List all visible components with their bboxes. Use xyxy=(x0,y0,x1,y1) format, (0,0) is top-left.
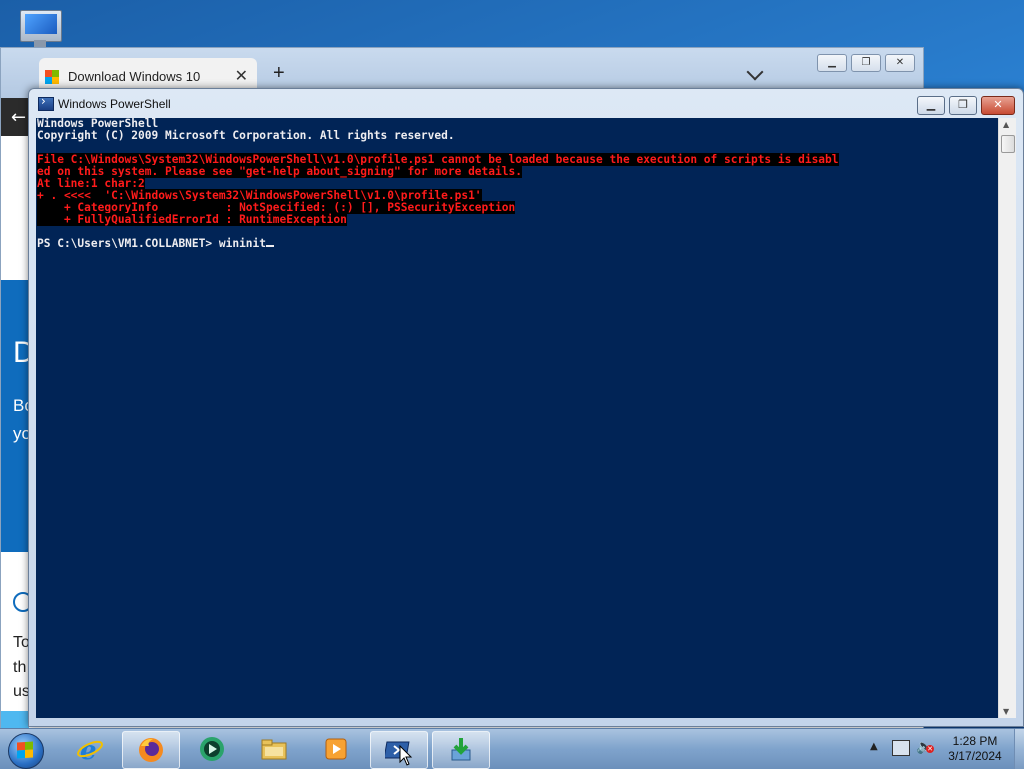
internet-explorer-icon: e xyxy=(77,736,103,763)
monitor-shape xyxy=(20,10,62,42)
maximize-button[interactable]: ❐ xyxy=(949,96,977,115)
taskbar-installer[interactable] xyxy=(432,731,490,769)
scrollbar-thumb[interactable] xyxy=(1001,135,1015,153)
tab-title: Download Windows 10 xyxy=(68,69,201,84)
console-area[interactable]: Windows PowerShell Copyright (C) 2009 Mic… xyxy=(36,118,998,718)
taskbar-media-player[interactable] xyxy=(308,731,364,767)
folder-icon xyxy=(261,739,287,760)
console-prompt-line[interactable]: PS C:\Users\VM1.COLLABNET> wininit xyxy=(37,238,839,250)
console-error-line: + FullyQualifiedErrorId : RuntimeExcepti… xyxy=(37,213,347,226)
page-hero-band xyxy=(1,280,29,552)
taskbar-firefox[interactable] xyxy=(122,731,180,769)
show-desktop-button[interactable] xyxy=(1014,729,1024,769)
firefox-icon xyxy=(139,738,163,762)
body-text-line: th xyxy=(13,659,27,676)
taskbar-internet-explorer[interactable]: e xyxy=(62,731,118,767)
minimize-button[interactable]: ▁ xyxy=(817,54,847,72)
restore-button[interactable]: ❐ xyxy=(851,54,881,72)
windows-flag-icon xyxy=(17,741,33,759)
console-command-input[interactable]: wininit xyxy=(219,237,266,250)
media-player-icon xyxy=(325,738,347,760)
clock-date: 3/17/2024 xyxy=(948,749,1002,763)
powershell-icon xyxy=(38,94,54,111)
network-icon[interactable] xyxy=(892,740,910,756)
vertical-scrollbar[interactable]: ▲ ▼ xyxy=(998,118,1016,718)
mouse-cursor-icon xyxy=(399,745,413,766)
start-button[interactable] xyxy=(4,731,48,769)
chevron-down-icon[interactable] xyxy=(746,63,764,81)
install-download-icon xyxy=(451,738,471,761)
show-hidden-icons-icon[interactable]: ▲ xyxy=(870,741,878,752)
new-tab-button[interactable]: + xyxy=(273,62,285,85)
back-arrow-icon[interactable]: ← xyxy=(11,107,26,128)
muted-x-icon: ✕ xyxy=(926,745,934,753)
computer-desktop-icon[interactable] xyxy=(14,8,64,50)
clock[interactable]: 1:28 PM 3/17/2024 xyxy=(940,734,1010,764)
text-cursor xyxy=(266,245,275,247)
console-output: Windows PowerShell Copyright (C) 2009 Mic… xyxy=(37,118,839,250)
console-line: Copyright (C) 2009 Microsoft Corporation… xyxy=(37,129,455,142)
taskbar: e ▲ 🔈 ✕ 1:28 PM 3/17/2024 xyxy=(0,728,1024,769)
minimize-button[interactable]: ▁ xyxy=(917,96,945,115)
taskbar-windows-explorer[interactable] xyxy=(246,731,302,767)
tab-close-icon[interactable]: ✕ xyxy=(235,66,248,86)
scroll-down-arrow-icon[interactable]: ▼ xyxy=(1003,707,1009,716)
svg-text:e: e xyxy=(80,736,97,763)
close-button[interactable]: ✕ xyxy=(981,96,1015,115)
clock-time: 1:28 PM xyxy=(952,734,998,748)
system-tray: ▲ 🔈 ✕ 1:28 PM 3/17/2024 xyxy=(866,729,1024,769)
powershell-window[interactable]: Windows PowerShell ▁ ❐ ✕ Windows PowerSh… xyxy=(28,88,1024,727)
media-center-icon xyxy=(200,737,224,761)
console-error-line: ed on this system. Please see "get-help … xyxy=(37,165,522,178)
scroll-up-arrow-icon[interactable]: ▲ xyxy=(1003,120,1009,129)
windows-logo-icon xyxy=(45,70,59,84)
taskbar-media-center[interactable] xyxy=(184,731,240,767)
close-button[interactable]: ✕ xyxy=(885,54,915,72)
window-title: Windows PowerShell xyxy=(58,97,171,111)
console-prompt: PS C:\Users\VM1.COLLABNET> xyxy=(37,237,219,250)
